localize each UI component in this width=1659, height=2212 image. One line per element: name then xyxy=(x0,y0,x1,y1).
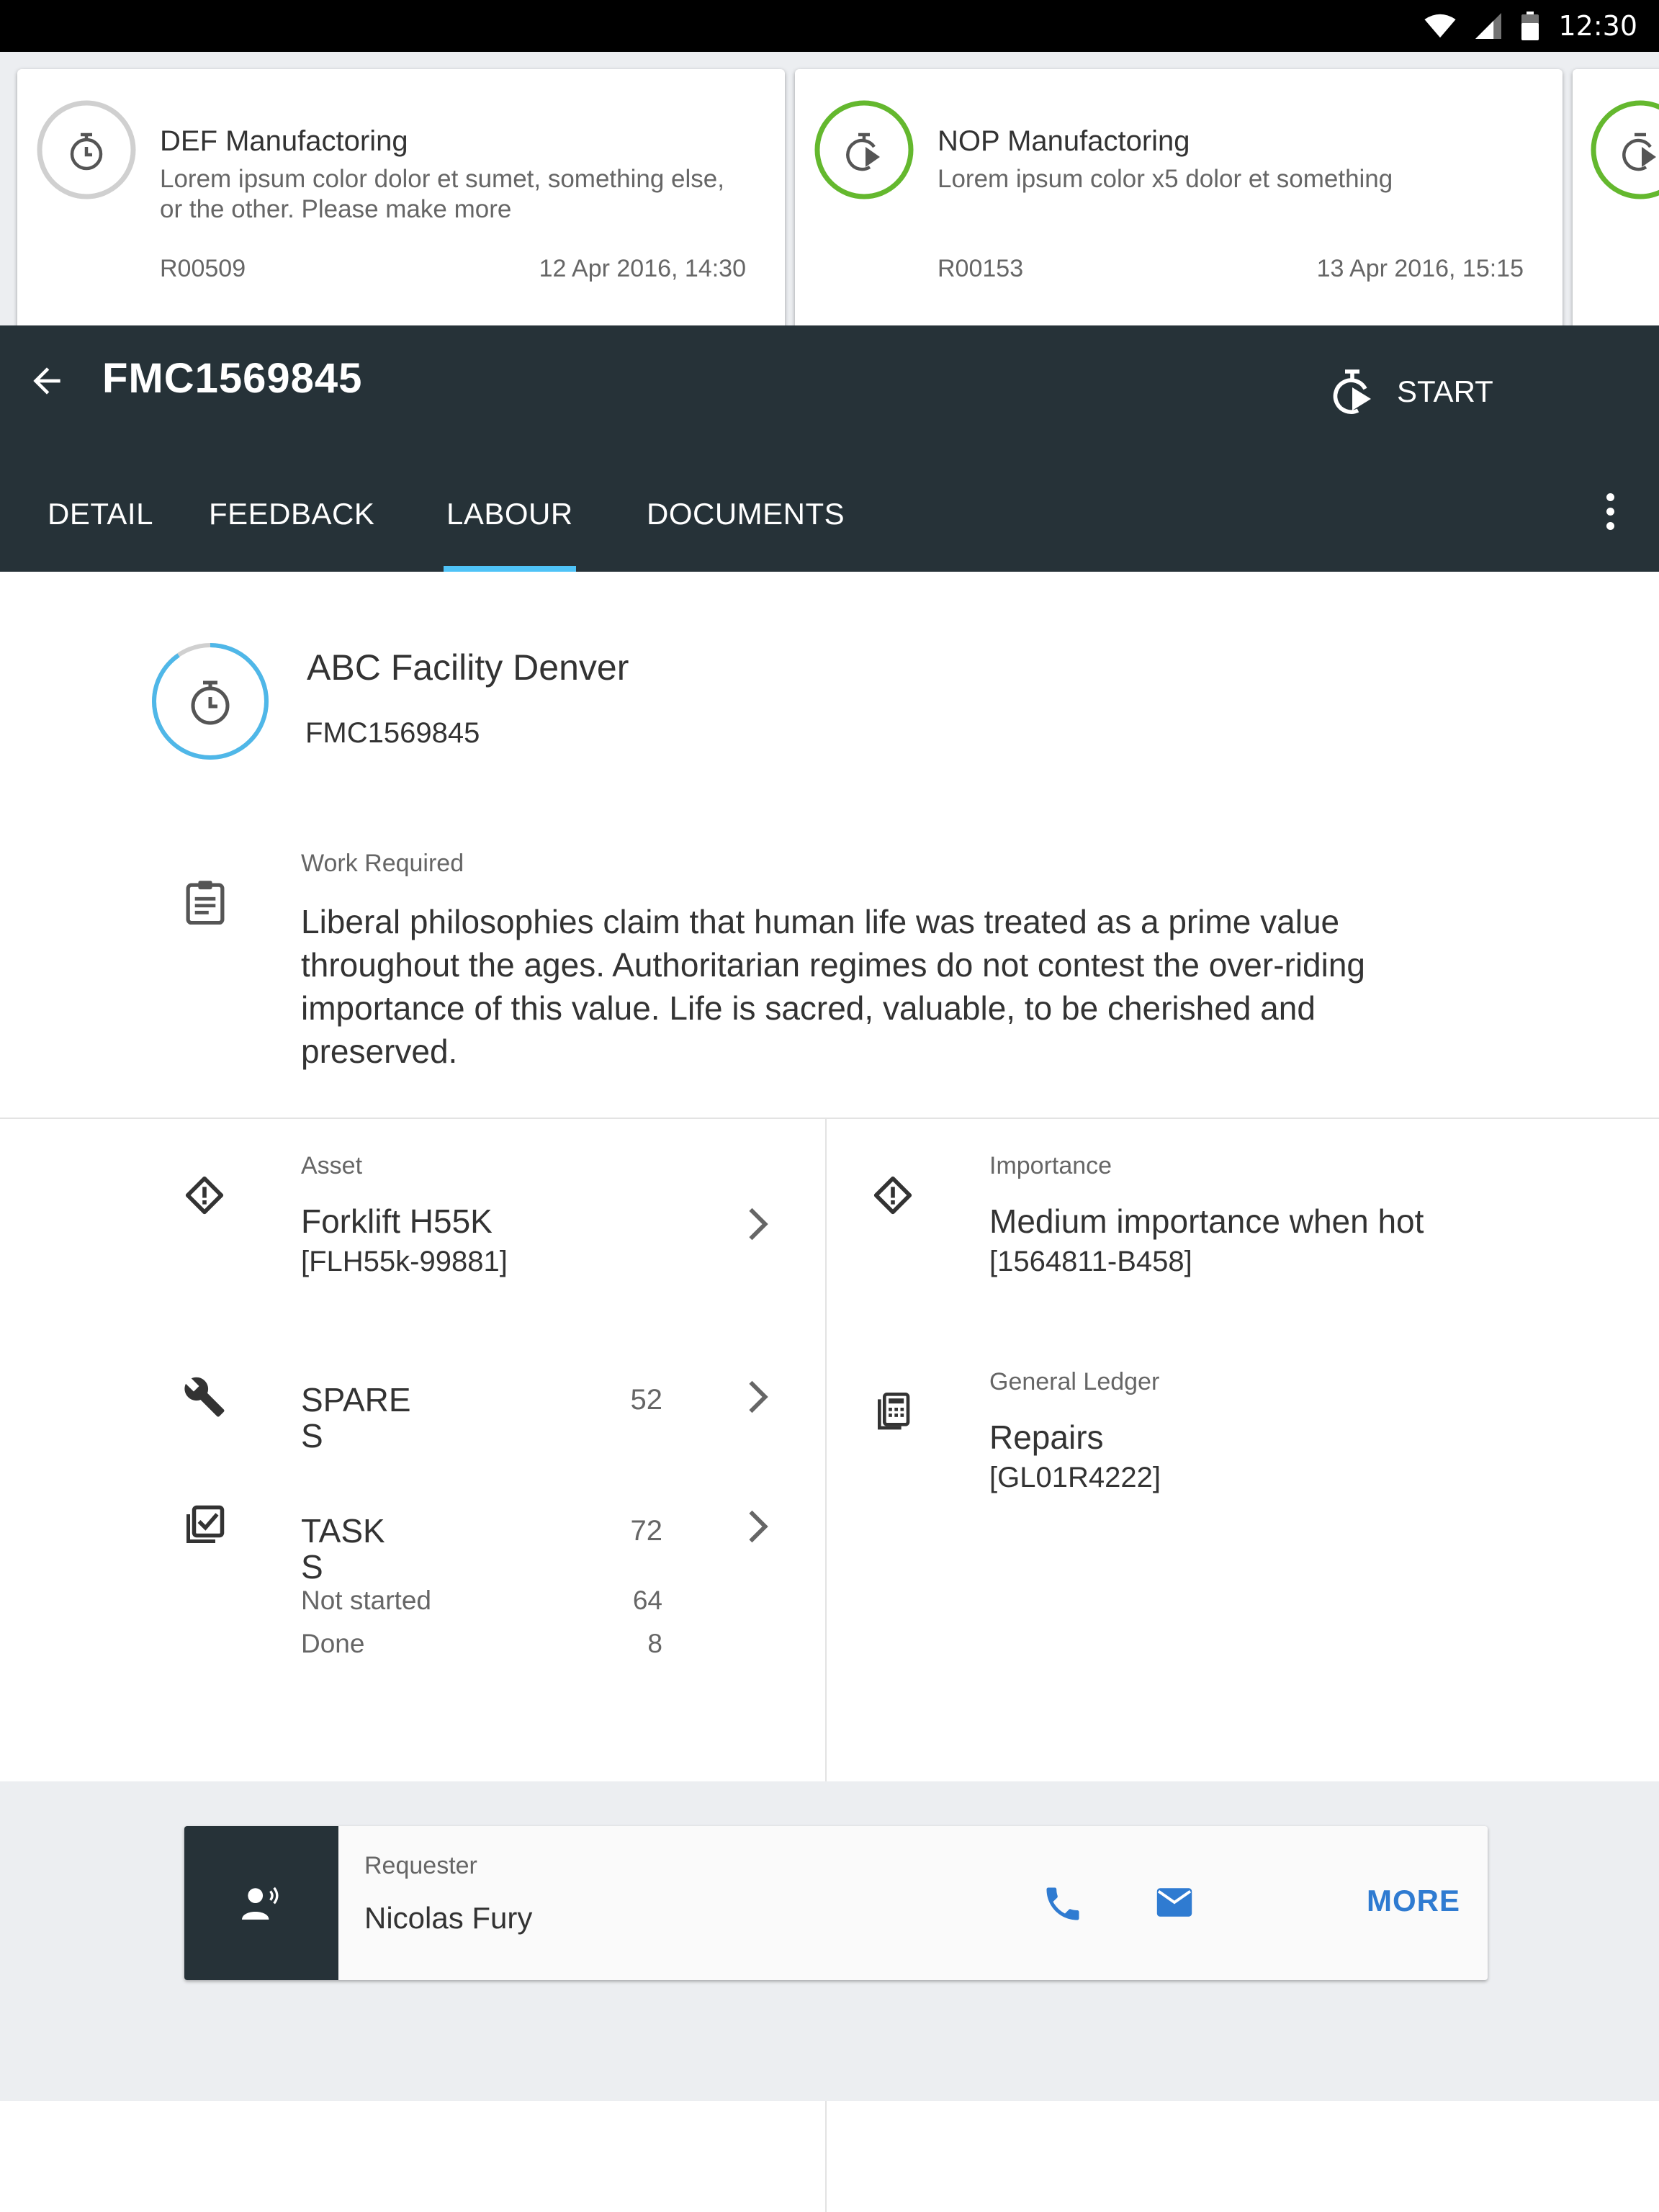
progress-ring xyxy=(814,100,914,199)
start-label: START xyxy=(1397,374,1493,408)
work-order-card-partial[interactable] xyxy=(1573,69,1659,325)
checklist-icon xyxy=(186,1505,225,1543)
start-button[interactable]: START xyxy=(1331,363,1493,421)
person-voice-icon xyxy=(242,1887,279,1920)
requester-label: Requester xyxy=(364,1852,477,1879)
stopwatch-icon xyxy=(70,132,103,171)
general-ledger-code: [GL01R4222] xyxy=(989,1462,1161,1493)
status-bar: 12:30 xyxy=(0,0,1659,52)
work-order-card[interactable]: NOP Manufactoring Lorem ipsum color x5 d… xyxy=(795,69,1563,325)
tasks-label-line2: S xyxy=(301,1548,323,1586)
signal-icon xyxy=(1475,13,1502,39)
requester-avatar-panel xyxy=(184,1826,338,1980)
tasks-count: 72 xyxy=(630,1515,663,1547)
email-button[interactable] xyxy=(1155,1887,1194,1922)
tasks-label-line1: TASK xyxy=(301,1512,385,1550)
tab-documents[interactable]: DOCUMENTS xyxy=(647,468,845,572)
progress-ring xyxy=(1591,100,1659,199)
importance-value: Medium importance when hot xyxy=(989,1202,1424,1240)
requester-name: Nicolas Fury xyxy=(364,1901,533,1935)
facility-name: ABC Facility Denver xyxy=(307,647,629,688)
calculator-icon xyxy=(878,1393,910,1430)
work-order-card-strip[interactable]: DEF Manufactoring Lorem ipsum color dolo… xyxy=(0,52,1659,325)
stopwatch-icon xyxy=(191,680,230,725)
progress-ring xyxy=(37,100,136,199)
work-order-card[interactable]: DEF Manufactoring Lorem ipsum color dolo… xyxy=(17,69,785,325)
chevron-right-icon[interactable] xyxy=(746,1378,772,1416)
card-description: Lorem ipsum color dolor et sumet, someth… xyxy=(160,165,724,223)
card-description: Lorem ipsum color x5 dolor et something xyxy=(938,165,1393,193)
diamond-alert-icon xyxy=(873,1176,912,1215)
call-button[interactable] xyxy=(1041,1882,1084,1929)
requester-card: Requester Nicolas Fury MORE xyxy=(184,1826,1488,1980)
wifi-icon xyxy=(1424,14,1457,38)
spares-label-line2: S xyxy=(301,1417,323,1455)
tab-feedback[interactable]: FEEDBACK xyxy=(209,468,374,572)
tab-bar: DETAIL FEEDBACK LABOUR DOCUMENTS xyxy=(0,468,1659,572)
tab-detail[interactable]: DETAIL xyxy=(48,468,153,572)
general-ledger-value: Repairs xyxy=(989,1419,1104,1456)
chevron-right-icon[interactable] xyxy=(746,1508,772,1545)
overflow-menu-button[interactable] xyxy=(1596,482,1624,540)
column-divider xyxy=(825,2101,827,2212)
column-divider xyxy=(825,1119,827,1781)
arrow-back-icon xyxy=(33,367,60,395)
spares-label-line1: SPARE xyxy=(301,1381,411,1419)
card-title: DEF Manufactoring xyxy=(160,125,408,157)
work-required-text: Liberal philosophies claim that human li… xyxy=(301,903,1366,1070)
facility-timer-ring xyxy=(152,643,269,760)
card-reference: R00153 xyxy=(938,255,1024,282)
app-bar: FMC1569845 START DETAIL FEEDBACK LABOUR … xyxy=(0,325,1659,572)
diamond-alert-icon xyxy=(185,1176,224,1215)
more-button[interactable]: MORE xyxy=(1367,1884,1460,1918)
page-title: FMC1569845 xyxy=(102,355,363,402)
tab-labour[interactable]: LABOUR xyxy=(444,468,576,572)
clock: 12:30 xyxy=(1558,10,1637,42)
asset-code: [FLH55k-99881] xyxy=(301,1246,508,1277)
chevron-right-icon[interactable] xyxy=(746,1205,772,1243)
work-required-label: Work Required xyxy=(301,850,464,877)
clipboard-icon xyxy=(186,881,225,925)
card-reference: R00509 xyxy=(160,255,246,282)
asset-label: Asset xyxy=(301,1152,363,1179)
general-ledger-label: General Ledger xyxy=(989,1368,1160,1395)
tasks-not-started-count: 64 xyxy=(632,1586,662,1615)
card-date: 13 Apr 2016, 15:15 xyxy=(1316,255,1524,282)
mail-icon xyxy=(1156,1888,1192,1917)
card-title: NOP Manufactoring xyxy=(938,125,1190,157)
stopwatch-play-icon xyxy=(1333,369,1371,414)
importance-label: Importance xyxy=(989,1152,1112,1179)
importance-code: [1564811-B458] xyxy=(989,1246,1192,1277)
back-button[interactable] xyxy=(22,356,72,406)
asset-name: Forklift H55K xyxy=(301,1202,493,1240)
tasks-not-started-label: Not started xyxy=(301,1586,431,1615)
tasks-done-label: Done xyxy=(301,1629,365,1658)
tasks-done-count: 8 xyxy=(647,1629,662,1658)
facility-code: FMC1569845 xyxy=(305,717,480,749)
spares-count: 52 xyxy=(630,1384,663,1416)
wrench-icon xyxy=(184,1377,225,1417)
divider xyxy=(0,1118,1659,1119)
phone-icon xyxy=(1046,1887,1079,1920)
card-date: 12 Apr 2016, 14:30 xyxy=(539,255,746,282)
battery-icon xyxy=(1521,12,1539,40)
